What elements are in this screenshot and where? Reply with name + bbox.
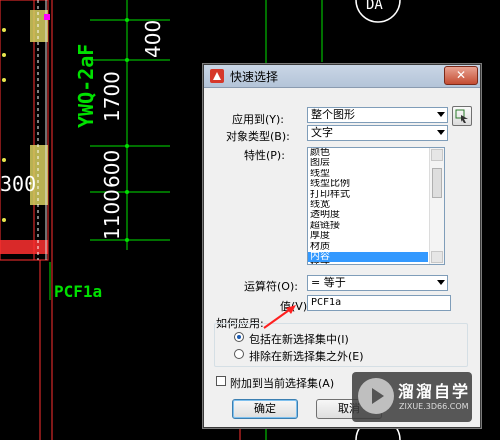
select-objects-button[interactable] [452,106,472,126]
chevron-down-icon [437,112,445,117]
scroll-up-icon[interactable] [431,149,443,161]
property-item[interactable]: 内容 [308,251,428,263]
properties-list-items: 颜色图层线型线型比例打印样式线宽透明度超链接厚度材质内容样式 [308,148,428,264]
select-cursor-icon [455,109,468,123]
include-option-label[interactable]: 包括在新选择集中(I) [249,331,349,347]
annotation-arrow-icon [263,305,296,329]
watermark: 溜溜自学 ZIXUE.3D66.COM [352,372,472,422]
dimension-1100: 1100 [100,189,124,240]
watermark-subtitle: ZIXUE.3D66.COM [399,402,469,411]
properties-scrollbar[interactable] [429,148,444,264]
exclude-radio[interactable] [234,349,244,359]
properties-label: 特性(P): [244,149,285,162]
property-item[interactable]: 图层 [308,158,428,168]
chevron-down-icon [437,130,445,135]
property-item[interactable]: 厚度 [308,231,428,241]
object-type-label: 对象类型(B): [226,130,290,143]
autocad-logo-icon [210,69,224,83]
property-item[interactable]: 线型 [308,169,428,179]
property-item[interactable]: 线型比例 [308,179,428,189]
operator-label: 运算符(O): [244,280,298,293]
play-logo-icon [358,378,394,414]
append-option-label[interactable]: 附加到当前选择集(A) [230,375,334,391]
chevron-down-icon [437,280,445,285]
object-type-select[interactable]: 文字 [307,125,448,141]
dialog-titlebar[interactable]: 快速选择 ✕ [204,65,480,88]
property-item[interactable]: 线宽 [308,200,428,210]
property-item[interactable]: 超链接 [308,221,428,231]
watermark-title: 溜溜自学 [398,382,471,401]
close-button[interactable]: ✕ [444,66,478,85]
property-item[interactable]: 透明度 [308,210,428,220]
ywq-label: YWQ-2aF [74,43,98,128]
property-item[interactable]: 打印样式 [308,190,428,200]
dimension-600: 600 [100,149,124,188]
exclude-option-label[interactable]: 排除在新选择集之外(E) [249,348,364,364]
circle-label-da: DA [366,0,383,13]
include-radio[interactable] [234,332,244,342]
property-item[interactable]: 颜色 [308,148,428,158]
operator-value: = 等于 [311,276,346,289]
ok-button[interactable]: 确定 [232,399,298,419]
dimension-1700: 1700 [100,71,124,122]
dimension-400: 400 [141,19,165,58]
object-type-value: 文字 [311,126,333,139]
dialog-title: 快速选择 [230,70,279,84]
apply-to-label: 应用到(Y): [232,113,285,126]
apply-to-select[interactable]: 整个图形 [307,107,448,123]
property-item[interactable]: 材质 [308,242,428,252]
value-input[interactable]: PCF1a [307,295,451,311]
property-item[interactable]: 样式 [308,262,428,264]
append-checkbox[interactable] [216,376,226,386]
scroll-down-icon[interactable] [431,251,443,263]
scroll-thumb[interactable] [432,168,442,198]
properties-list[interactable]: 颜色图层线型线型比例打印样式线宽透明度超链接厚度材质内容样式 [307,147,445,265]
dimension-300: 300 [0,172,37,196]
apply-to-value: 整个图形 [311,108,355,121]
door-label-pcf1a: PCF1a [54,282,103,301]
wall-structure [0,0,50,261]
operator-select[interactable]: = 等于 [307,275,448,291]
